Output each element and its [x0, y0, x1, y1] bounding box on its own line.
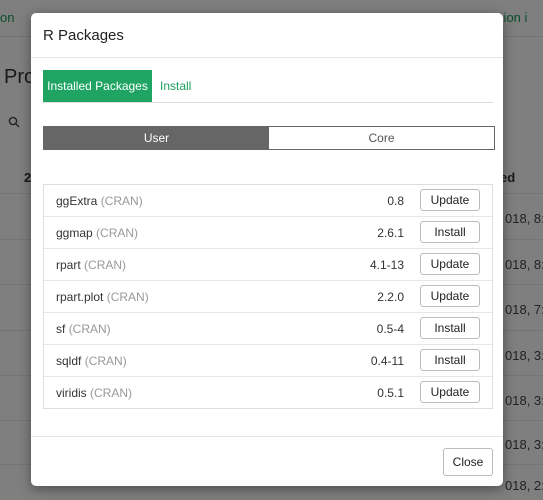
package-tabs: Installed Packages Install	[43, 70, 493, 103]
package-row: viridis (CRAN) 0.5.1 Update	[44, 376, 492, 408]
install-button[interactable]: Install	[420, 221, 480, 243]
package-name-cell: ggExtra (CRAN)	[56, 194, 143, 208]
package-version: 0.8	[387, 194, 404, 208]
package-source: (CRAN)	[84, 258, 127, 272]
package-version: 2.6.1	[377, 226, 404, 240]
package-name: rpart	[56, 258, 81, 272]
package-name: ggmap	[56, 226, 93, 240]
install-button[interactable]: Install	[420, 349, 480, 371]
update-button[interactable]: Update	[420, 381, 480, 403]
package-source: (CRAN)	[96, 226, 139, 240]
install-button[interactable]: Install	[420, 317, 480, 339]
package-name-cell: rpart.plot (CRAN)	[56, 290, 149, 304]
package-row: ggmap (CRAN) 2.6.1 Install	[44, 216, 492, 248]
package-name-cell: ggmap (CRAN)	[56, 226, 138, 240]
package-version: 0.5.1	[377, 386, 404, 400]
package-version: 4.1-13	[369, 258, 404, 272]
package-version: 0.5-4	[376, 322, 404, 336]
package-name: viridis	[56, 386, 87, 400]
dialog-header: R Packages	[31, 13, 503, 58]
package-version: 0.4-11	[370, 354, 404, 368]
dialog-title: R Packages	[43, 27, 124, 44]
package-name-cell: sf (CRAN)	[56, 322, 111, 336]
tab-install[interactable]: Install	[160, 70, 191, 102]
package-row: rpart (CRAN) 4.1-13 Update	[44, 248, 492, 280]
package-name: ggExtra	[56, 194, 98, 208]
package-source: (CRAN)	[84, 354, 127, 368]
package-name: rpart.plot	[56, 290, 104, 304]
package-name-cell: sqldf (CRAN)	[56, 354, 127, 368]
segment-user[interactable]: User	[44, 127, 269, 149]
package-source: (CRAN)	[106, 290, 149, 304]
package-scope-toggle: User Core	[43, 126, 495, 150]
package-name-cell: rpart (CRAN)	[56, 258, 126, 272]
package-source: (CRAN)	[68, 322, 111, 336]
package-source: (CRAN)	[100, 194, 143, 208]
package-list: ggExtra (CRAN) 0.8 Update ggmap (CRAN) 2…	[43, 184, 493, 409]
package-name-cell: viridis (CRAN)	[56, 386, 132, 400]
package-row: ggExtra (CRAN) 0.8 Update	[44, 185, 492, 216]
segment-core[interactable]: Core	[269, 127, 494, 149]
package-version: 2.2.0	[377, 290, 404, 304]
package-row: sf (CRAN) 0.5-4 Install	[44, 312, 492, 344]
update-button[interactable]: Update	[420, 189, 480, 211]
package-row: rpart.plot (CRAN) 2.2.0 Update	[44, 280, 492, 312]
dialog-footer: Close	[31, 436, 503, 486]
r-packages-dialog: R Packages Installed Packages Install Us…	[31, 13, 503, 486]
package-source: (CRAN)	[90, 386, 133, 400]
package-row: sqldf (CRAN) 0.4-11 Install	[44, 344, 492, 376]
package-name: sqldf	[56, 354, 82, 368]
update-button[interactable]: Update	[420, 285, 480, 307]
close-button[interactable]: Close	[443, 448, 493, 476]
update-button[interactable]: Update	[420, 253, 480, 275]
tab-installed-packages[interactable]: Installed Packages	[43, 70, 152, 102]
package-name: sf	[56, 322, 66, 336]
